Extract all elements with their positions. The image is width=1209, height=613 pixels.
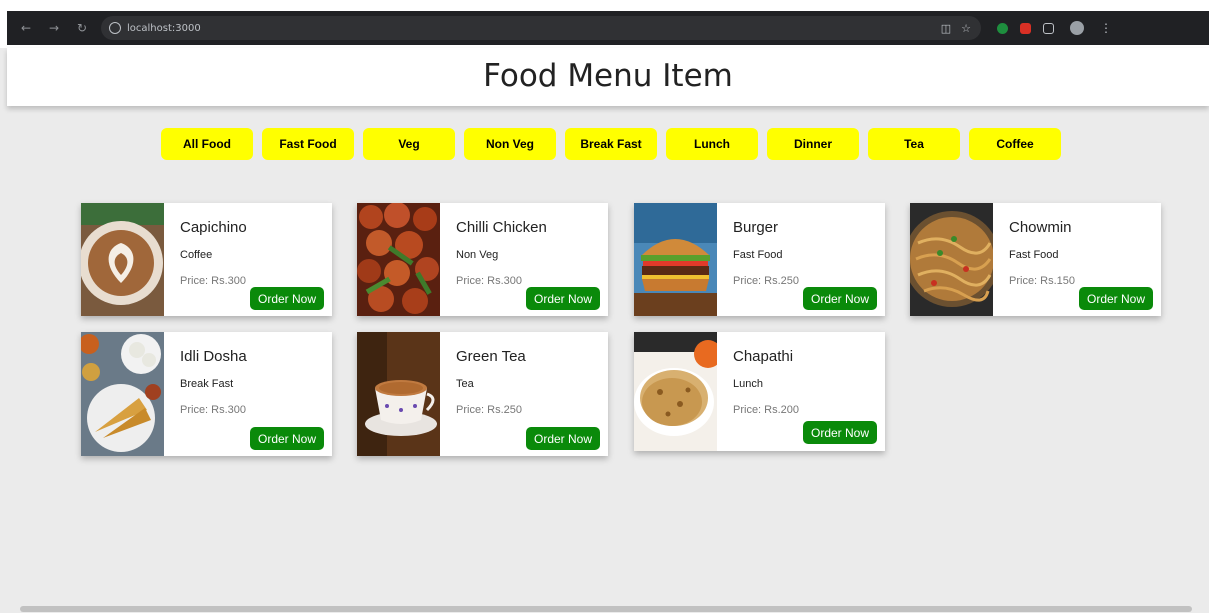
menu-card: Chowmin Fast Food Price: Rs.150 Order No…	[910, 203, 1161, 316]
scrollbar-thumb[interactable]	[20, 606, 1192, 612]
category-button-fast-food[interactable]: Fast Food	[262, 128, 354, 160]
category-filter-bar: All Food Fast Food Veg Non Veg Break Fas…	[161, 128, 1061, 160]
extension-green-icon[interactable]	[997, 22, 1008, 34]
category-button-break-fast[interactable]: Break Fast	[565, 128, 657, 160]
item-price: Price: Rs.150	[1009, 275, 1076, 287]
menu-card: Green Tea Tea Price: Rs.250 Order Now	[357, 332, 608, 456]
tea-cup-icon	[357, 332, 440, 456]
category-button-non-veg[interactable]: Non Veg	[464, 128, 556, 160]
item-category: Non Veg	[456, 249, 499, 261]
item-name: Idli Dosha	[180, 348, 247, 365]
item-name: Chowmin	[1009, 219, 1072, 236]
item-price: Price: Rs.250	[456, 404, 523, 416]
page-title: Food Menu Item	[483, 58, 733, 94]
url-text: localhost:3000	[127, 22, 201, 34]
back-icon[interactable]: ←	[15, 17, 37, 39]
category-button-lunch[interactable]: Lunch	[666, 128, 758, 160]
install-app-icon[interactable]: ◫	[941, 22, 951, 35]
category-button-dinner[interactable]: Dinner	[767, 128, 859, 160]
bookmark-star-icon[interactable]: ☆	[961, 22, 971, 35]
coffee-latte-art-icon	[81, 203, 164, 316]
category-button-all-food[interactable]: All Food	[161, 128, 253, 160]
horizontal-scrollbar[interactable]	[10, 604, 1202, 613]
item-category: Tea	[456, 378, 474, 390]
order-now-button[interactable]: Order Now	[802, 287, 877, 310]
item-name: Capichino	[180, 219, 247, 236]
category-button-coffee[interactable]: Coffee	[969, 128, 1061, 160]
menu-card: Idli Dosha Break Fast Price: Rs.300 Orde…	[81, 332, 332, 456]
item-name: Green Tea	[456, 348, 526, 365]
order-now-button[interactable]: Order Now	[249, 427, 324, 450]
item-category: Fast Food	[733, 249, 783, 261]
profile-avatar-icon[interactable]	[1070, 21, 1084, 35]
noodles-icon	[910, 203, 993, 316]
chilli-chicken-icon	[357, 203, 440, 316]
page-header: Food Menu Item	[7, 48, 1209, 106]
menu-card: Capichino Coffee Price: Rs.300 Order Now	[81, 203, 332, 316]
extension-red-icon[interactable]	[1020, 22, 1031, 34]
item-price: Price: Rs.200	[733, 404, 800, 416]
menu-card: Chilli Chicken Non Veg Price: Rs.300 Ord…	[357, 203, 608, 316]
browser-toolbar: ← → ↻ localhost:3000 ◫ ☆ ⋮	[7, 11, 1209, 45]
item-category: Break Fast	[180, 378, 234, 390]
item-name: Chilli Chicken	[456, 219, 547, 236]
site-info-icon[interactable]	[109, 22, 121, 34]
chapathi-icon	[634, 332, 717, 451]
browser-menu-icon[interactable]: ⋮	[1100, 21, 1112, 35]
reload-icon[interactable]: ↻	[71, 17, 93, 39]
address-bar[interactable]: localhost:3000 ◫ ☆	[101, 16, 981, 40]
item-name: Burger	[733, 219, 779, 236]
order-now-button[interactable]: Order Now	[525, 287, 600, 310]
item-name: Chapathi	[733, 348, 794, 365]
burger-icon	[634, 203, 717, 316]
browser-window: ← → ↻ localhost:3000 ◫ ☆ ⋮	[0, 0, 1209, 48]
category-button-veg[interactable]: Veg	[363, 128, 455, 160]
item-category: Lunch	[733, 378, 763, 390]
order-now-button[interactable]: Order Now	[525, 427, 600, 450]
item-price: Price: Rs.300	[180, 275, 247, 287]
order-now-button[interactable]: Order Now	[802, 421, 877, 444]
forward-icon[interactable]: →	[43, 17, 65, 39]
menu-card: Burger Fast Food Price: Rs.250 Order Now	[634, 203, 885, 316]
order-now-button[interactable]: Order Now	[1078, 287, 1153, 310]
menu-card: Chapathi Lunch Price: Rs.200 Order Now	[634, 332, 885, 451]
item-price: Price: Rs.250	[733, 275, 800, 287]
item-price: Price: Rs.300	[456, 275, 523, 287]
item-price: Price: Rs.300	[180, 404, 247, 416]
extensions-puzzle-icon[interactable]	[1043, 22, 1054, 34]
order-now-button[interactable]: Order Now	[249, 287, 324, 310]
category-button-tea[interactable]: Tea	[868, 128, 960, 160]
item-category: Coffee	[180, 249, 213, 261]
item-category: Fast Food	[1009, 249, 1059, 261]
dosa-icon	[81, 332, 164, 456]
